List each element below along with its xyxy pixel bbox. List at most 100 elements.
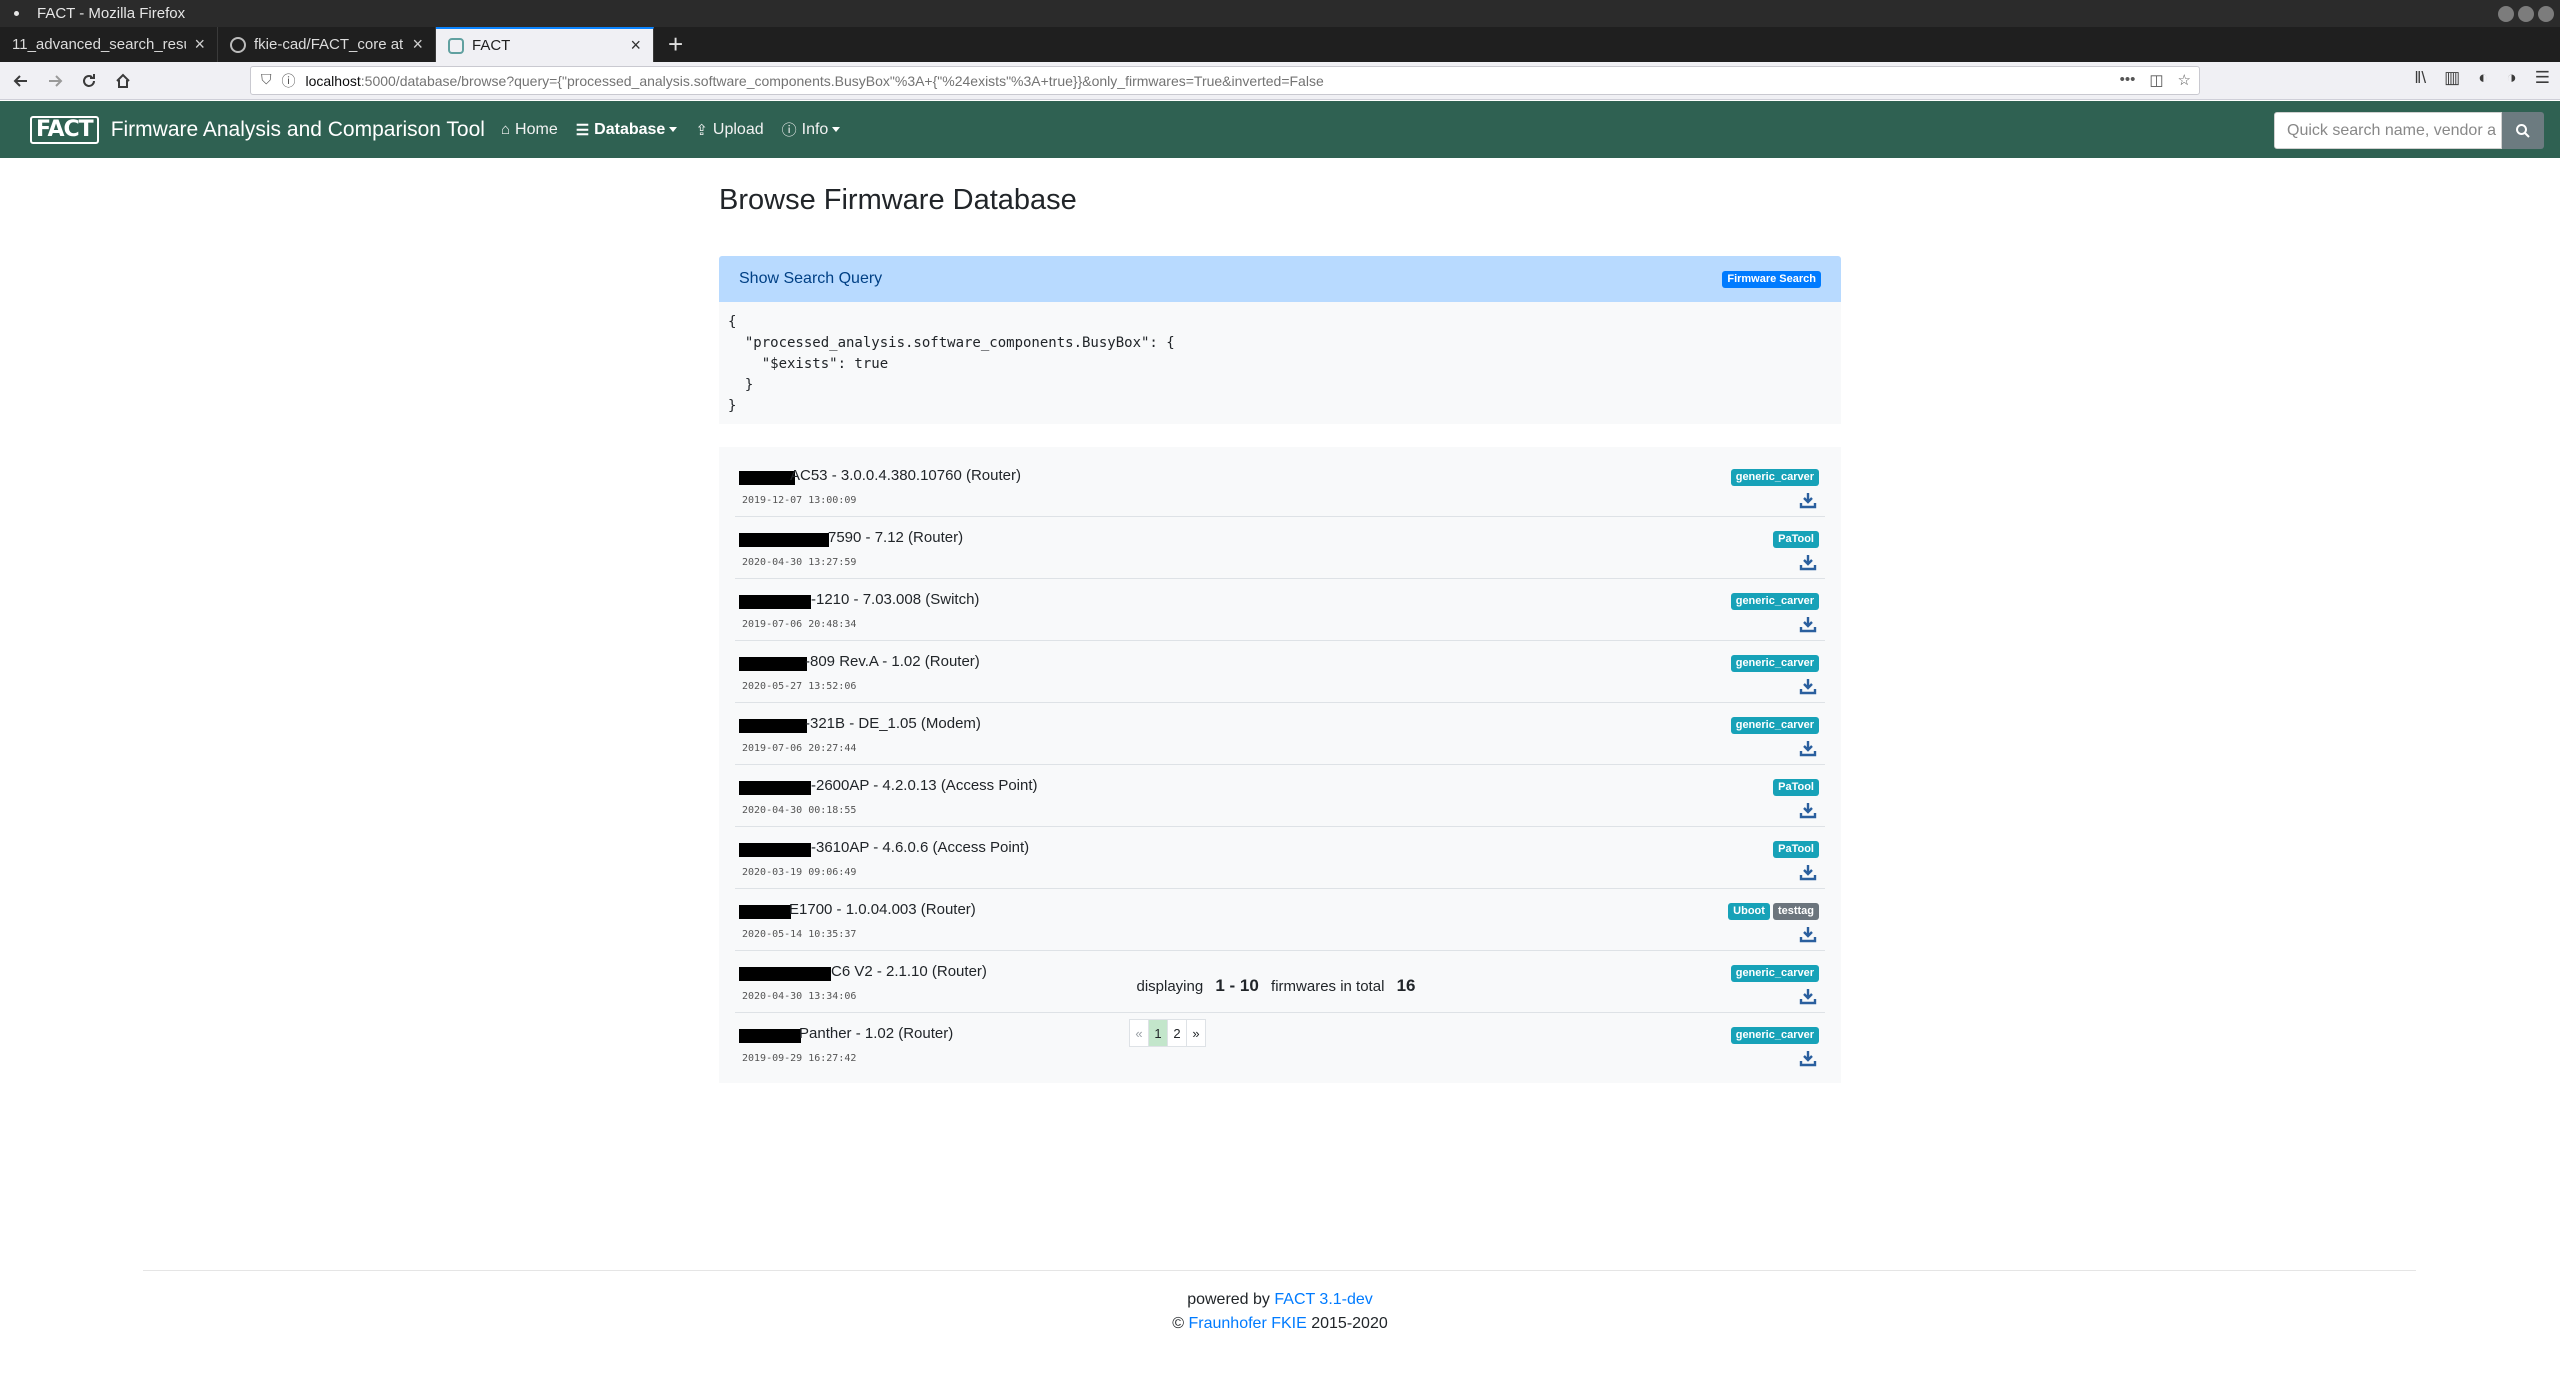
firmware-date: 2019-12-07 13:00:09	[742, 495, 857, 506]
tag-badge: generic_carver	[1730, 655, 1819, 672]
new-tab-button[interactable]: +	[654, 27, 697, 62]
tab-fact[interactable]: FACT ×	[436, 27, 654, 62]
redacted-vendor	[739, 843, 811, 857]
download-icon[interactable]	[1799, 739, 1817, 757]
fraunhofer-link[interactable]: Fraunhofer FKIE	[1189, 1315, 1307, 1332]
firmware-date: 2019-09-29 16:27:42	[742, 1053, 857, 1064]
download-icon[interactable]	[1799, 491, 1817, 509]
firmware-row[interactable]: -321B - DE_1.05 (Modem) 2019-07-06 20:27:…	[735, 703, 1825, 765]
nav-home[interactable]: ⌂ Home	[501, 121, 558, 139]
brand-link[interactable]: FACT Firmware Analysis and Comparison To…	[30, 115, 485, 144]
close-window-button[interactable]	[2538, 6, 2554, 22]
redacted-vendor	[739, 657, 807, 671]
firmware-name-link[interactable]: -1210 - 7.03.008 (Switch)	[811, 591, 979, 608]
download-icon[interactable]	[1799, 677, 1817, 695]
download-icon[interactable]	[1799, 863, 1817, 881]
firmware-row[interactable]: -2600AP - 4.2.0.13 (Access Point) 2020-04…	[735, 765, 1825, 827]
minimize-button[interactable]	[2498, 6, 2514, 22]
pagination-previous[interactable]: «	[1129, 1019, 1149, 1047]
firmware-name-link[interactable]: AC53 - 3.0.0.4.380.10760 (Router)	[790, 467, 1021, 484]
maximize-button[interactable]	[2518, 6, 2534, 22]
reload-button[interactable]	[72, 66, 106, 96]
window-menu-icon[interactable]	[14, 11, 19, 16]
info-icon: ⓘ	[781, 122, 797, 139]
search-query-body: { "processed_analysis.software_component…	[719, 302, 1841, 424]
nav-database[interactable]: ☰ Database	[576, 121, 678, 139]
back-button[interactable]	[4, 66, 38, 96]
firmware-tags: generic_carver	[1730, 593, 1819, 610]
tag-badge: PaTool	[1773, 841, 1819, 858]
firmware-row[interactable]: AC53 - 3.0.0.4.380.10760 (Router) 2019-12…	[735, 455, 1825, 517]
firmware-row[interactable]: Panther - 1.02 (Router) 2019-09-29 16:27:…	[735, 1013, 1825, 1075]
pagination: « 1 2 »	[1129, 1019, 1206, 1047]
download-icon[interactable]	[1799, 925, 1817, 943]
pagination-next[interactable]: »	[1186, 1019, 1206, 1047]
quick-search-input[interactable]: Quick search name, vendor a	[2274, 112, 2502, 149]
close-tab-icon[interactable]: ×	[630, 35, 641, 56]
firmware-tags: generic_carver	[1730, 717, 1819, 734]
sidebar-icon[interactable]: ▥	[2444, 68, 2460, 88]
site-info-icon[interactable]: ⓘ	[282, 71, 296, 91]
firmware-name-link[interactable]: -321B - DE_1.05 (Modem)	[805, 715, 981, 732]
firmware-row[interactable]: E1700 - 1.0.04.003 (Router) 2020-05-14 10…	[735, 889, 1825, 951]
tag-badge: generic_carver	[1730, 469, 1819, 486]
firmware-row[interactable]: -3610AP - 4.6.0.6 (Access Point) 2020-03-…	[735, 827, 1825, 889]
tag-badge: generic_carver	[1730, 1027, 1819, 1044]
tab-strip: 11_advanced_search_result × fkie-cad/FAC…	[0, 27, 2560, 62]
firmware-name-link[interactable]: E1700 - 1.0.04.003 (Router)	[789, 901, 976, 918]
download-icon[interactable]	[1799, 615, 1817, 633]
quick-search-button[interactable]	[2502, 112, 2544, 149]
redacted-vendor	[739, 471, 795, 485]
redacted-vendor	[739, 595, 811, 609]
page-actions-icon[interactable]: •••	[2120, 71, 2136, 89]
tab-search-result[interactable]: 11_advanced_search_result ×	[0, 27, 218, 62]
home-icon: ⌂	[500, 121, 511, 138]
firmware-name-link[interactable]: Panther - 1.02 (Router)	[799, 1025, 953, 1042]
brand-title: Firmware Analysis and Comparison Tool	[110, 117, 485, 141]
pagination-page-2[interactable]: 2	[1167, 1019, 1187, 1047]
pocket-icon[interactable]: ◫	[2149, 71, 2163, 89]
nav-upload[interactable]: ⇪ Upload	[695, 121, 763, 139]
firmware-row[interactable]: -809 Rev.A - 1.02 (Router) 2020-05-27 13:…	[735, 641, 1825, 703]
shield-icon[interactable]: ⛉	[261, 71, 272, 91]
firmware-name-link[interactable]: -3610AP - 4.6.0.6 (Access Point)	[811, 839, 1029, 856]
show-search-query-toggle[interactable]: Show Search Query	[739, 270, 882, 288]
firmware-date: 2020-05-14 10:35:37	[742, 929, 857, 940]
firmware-date: 2020-05-27 13:52:06	[742, 681, 857, 692]
close-tab-icon[interactable]: ×	[412, 34, 423, 55]
firmware-name-link[interactable]: 7590 - 7.12 (Router)	[828, 529, 963, 546]
upload-icon: ⇪	[695, 121, 708, 139]
firmware-row[interactable]: 7590 - 7.12 (Router) 2020-04-30 13:27:59 P…	[735, 517, 1825, 579]
chevron-down-icon	[669, 127, 678, 132]
home-button[interactable]	[106, 66, 140, 96]
list-icon: ☰	[575, 121, 590, 139]
extension-icon[interactable]: ◑	[2506, 68, 2516, 88]
bookmark-star-icon[interactable]: ☆	[2178, 71, 2191, 89]
download-icon[interactable]	[1799, 553, 1817, 571]
address-bar[interactable]: ⛉ ⓘ localhost :5000/database/browse?quer…	[250, 66, 2200, 95]
library-icon[interactable]: ‖\	[2414, 68, 2426, 88]
extension-icon[interactable]: ◐	[2478, 68, 2488, 88]
nav-info[interactable]: ⓘ Info	[782, 119, 841, 140]
search-icon	[2516, 123, 2530, 138]
pagination-page-1[interactable]: 1	[1148, 1019, 1168, 1047]
firmware-row[interactable]: -1210 - 7.03.008 (Switch) 2019-07-06 20:4…	[735, 579, 1825, 641]
firmware-date: 2019-07-06 20:48:34	[742, 619, 857, 630]
search-query-header: Show Search Query Firmware Search	[719, 256, 1841, 302]
counter-prefix: displaying	[1136, 978, 1204, 995]
tab-github[interactable]: fkie-cad/FACT_core at 3. ×	[218, 27, 436, 62]
tag-badge: PaTool	[1773, 531, 1819, 548]
hamburger-menu-icon[interactable]: ☰	[2535, 68, 2550, 88]
close-tab-icon[interactable]: ×	[194, 34, 205, 55]
firmware-date: 2020-04-30 13:27:59	[742, 557, 857, 568]
firmware-tags: generic_carver	[1730, 1027, 1819, 1044]
firmware-tags: generic_carver	[1730, 469, 1819, 486]
forward-arrow-icon	[49, 74, 63, 87]
download-icon[interactable]	[1799, 801, 1817, 819]
forward-button[interactable]	[38, 66, 72, 96]
firmware-name-link[interactable]: -2600AP - 4.2.0.13 (Access Point)	[811, 777, 1038, 794]
download-icon[interactable]	[1799, 1049, 1817, 1067]
fact-logo: FACT	[30, 115, 99, 144]
firmware-name-link[interactable]: -809 Rev.A - 1.02 (Router)	[805, 653, 980, 670]
fact-version-link[interactable]: FACT 3.1-dev	[1274, 1291, 1372, 1308]
